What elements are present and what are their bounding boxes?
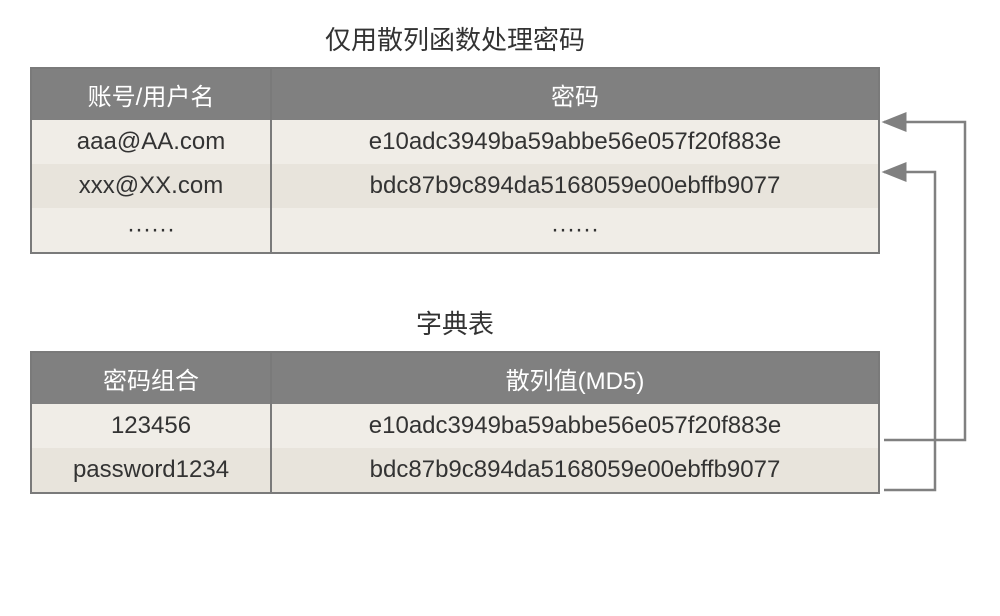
table-row: password1234 bdc87b9c894da5168059e00ebff… xyxy=(32,448,878,492)
table-row: xxx@XX.com bdc87b9c894da5168059e00ebffb9… xyxy=(32,164,878,208)
table2-title: 字典表 xyxy=(30,304,880,341)
ellipsis-cell: ······ xyxy=(272,208,878,252)
arrow-dict2-to-pass2 xyxy=(884,172,935,490)
arrow-dict1-to-pass1 xyxy=(884,122,965,440)
table-row: 123456 e10adc3949ba59abbe56e057f20f883e xyxy=(32,404,878,448)
md5-hash-cell: e10adc3949ba59abbe56e057f20f883e xyxy=(272,404,878,448)
table1-title: 仅用散列函数处理密码 xyxy=(30,20,880,57)
password-hash-cell: e10adc3949ba59abbe56e057f20f883e xyxy=(272,120,878,164)
ellipsis-cell: ······ xyxy=(32,208,272,252)
table-row: aaa@AA.com e10adc3949ba59abbe56e057f20f8… xyxy=(32,120,878,164)
dictionary-table: 密码组合 散列值(MD5) 123456 e10adc3949ba59abbe5… xyxy=(30,351,880,494)
table-row: ······ ······ xyxy=(32,208,878,252)
table1-header-row: 账号/用户名 密码 xyxy=(32,69,878,120)
account-cell: aaa@AA.com xyxy=(32,120,272,164)
table2-header-md5: 散列值(MD5) xyxy=(272,353,878,404)
password-combo-cell: 123456 xyxy=(32,404,272,448)
table1-header-account: 账号/用户名 xyxy=(32,69,272,120)
password-hash-cell: bdc87b9c894da5168059e00ebffb9077 xyxy=(272,164,878,208)
table2-header-combo: 密码组合 xyxy=(32,353,272,404)
table2-header-row: 密码组合 散列值(MD5) xyxy=(32,353,878,404)
table1-header-password: 密码 xyxy=(272,69,878,120)
account-cell: xxx@XX.com xyxy=(32,164,272,208)
password-combo-cell: password1234 xyxy=(32,448,272,492)
hash-password-table: 账号/用户名 密码 aaa@AA.com e10adc3949ba59abbe5… xyxy=(30,67,880,254)
md5-hash-cell: bdc87b9c894da5168059e00ebffb9077 xyxy=(272,448,878,492)
